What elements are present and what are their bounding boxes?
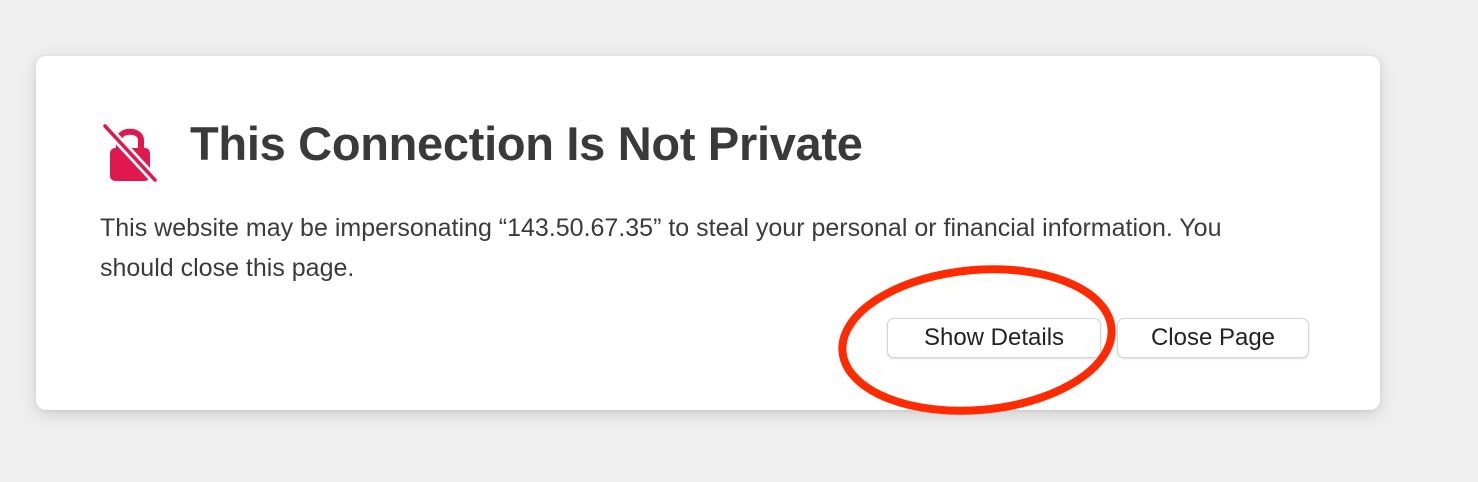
close-page-button[interactable]: Close Page bbox=[1117, 318, 1309, 358]
warning-message: This website may be impersonating “143.5… bbox=[100, 214, 1222, 282]
page-title: This Connection Is Not Private bbox=[190, 117, 863, 170]
lock-slash-icon bbox=[100, 121, 160, 185]
warning-dialog: This Connection Is Not Private This webs… bbox=[36, 56, 1380, 410]
show-details-button[interactable]: Show Details bbox=[887, 318, 1101, 358]
